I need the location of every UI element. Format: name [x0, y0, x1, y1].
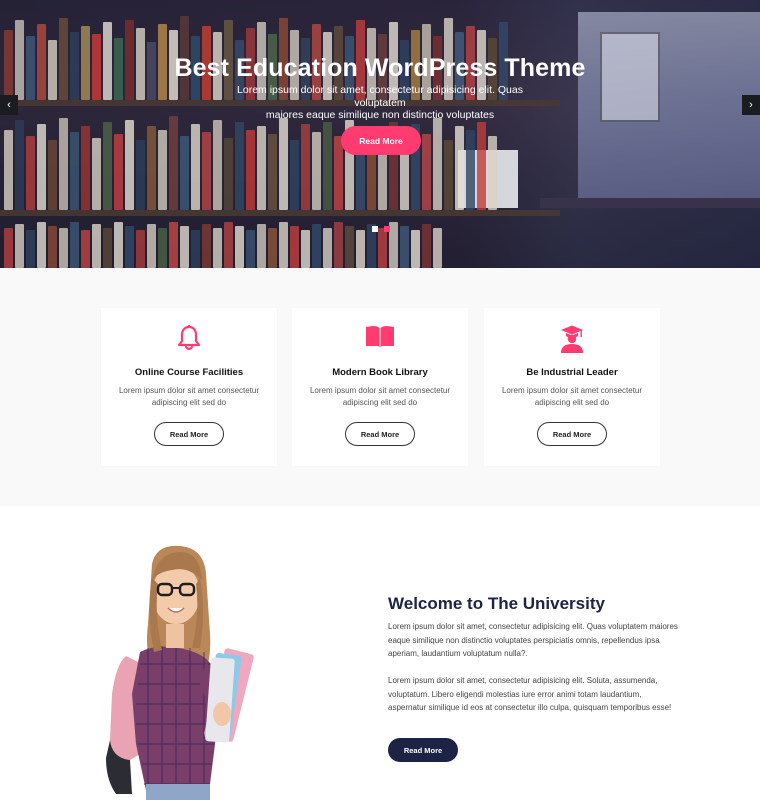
hero-subtitle-line: Lorem ipsum dolor sit amet, consectetur … [237, 84, 523, 109]
bell-icon [101, 325, 277, 353]
feature-card-description: Lorem ipsum dolor sit amet consectetur a… [118, 386, 260, 407]
hero-subtitle-line: maiores eaque similique non distinctio v… [265, 109, 495, 121]
welcome-read-more-button[interactable]: Read More [388, 738, 458, 762]
welcome-paragraph: Lorem ipsum dolor sit amet, consectetur … [388, 622, 678, 658]
feature-card-online-course: Online Course Facilities Lorem ipsum dol… [101, 308, 277, 466]
slider-dot-2-active[interactable] [384, 226, 390, 232]
feature-card-title: Modern Book Library [332, 367, 428, 378]
book-icon [292, 325, 468, 353]
hero-background-shelf [0, 210, 560, 216]
hero-subtitle: Lorem ipsum dolor sit amet, consectetur … [0, 84, 760, 122]
slider-dot-1[interactable] [372, 226, 378, 232]
slider-prev-arrow[interactable]: ‹ [0, 95, 18, 115]
features-section: Online Course Facilities Lorem ipsum dol… [0, 268, 760, 506]
hero-background-books-row-2 [0, 112, 497, 210]
feature-card-title: Be Industrial Leader [526, 367, 618, 378]
feature-card-industrial-leader: Be Industrial Leader Lorem ipsum dolor s… [484, 308, 660, 466]
student-photo [106, 545, 254, 800]
hero-title: Best Education WordPress Theme [174, 54, 586, 82]
hero-slider: Best Education WordPress Theme Lorem ips… [0, 0, 760, 268]
feature-card-title: Online Course Facilities [134, 367, 244, 378]
chevron-right-icon: › [749, 99, 753, 111]
feature-card-description: Lorem ipsum dolor sit amet consectetur a… [501, 386, 643, 407]
welcome-paragraph: Lorem ipsum dolor sit amet, consectetur … [388, 676, 672, 712]
welcome-title: Welcome to The University [388, 594, 605, 613]
graduate-icon [484, 325, 660, 353]
slider-next-arrow[interactable]: › [742, 95, 760, 115]
hero-background-desk [540, 198, 760, 208]
feature-card-read-more-button[interactable]: Read More [154, 422, 224, 446]
slider-pagination [372, 226, 390, 232]
feature-card-read-more-button[interactable]: Read More [345, 422, 415, 446]
chevron-left-icon: ‹ [7, 99, 11, 111]
feature-card-book-library: Modern Book Library Lorem ipsum dolor si… [292, 308, 468, 466]
feature-card-read-more-button[interactable]: Read More [537, 422, 607, 446]
feature-card-description: Lorem ipsum dolor sit amet consectetur a… [309, 386, 451, 407]
welcome-section: Welcome to The University Lorem ipsum do… [0, 506, 760, 800]
hero-read-more-button[interactable]: Read More [341, 126, 421, 155]
